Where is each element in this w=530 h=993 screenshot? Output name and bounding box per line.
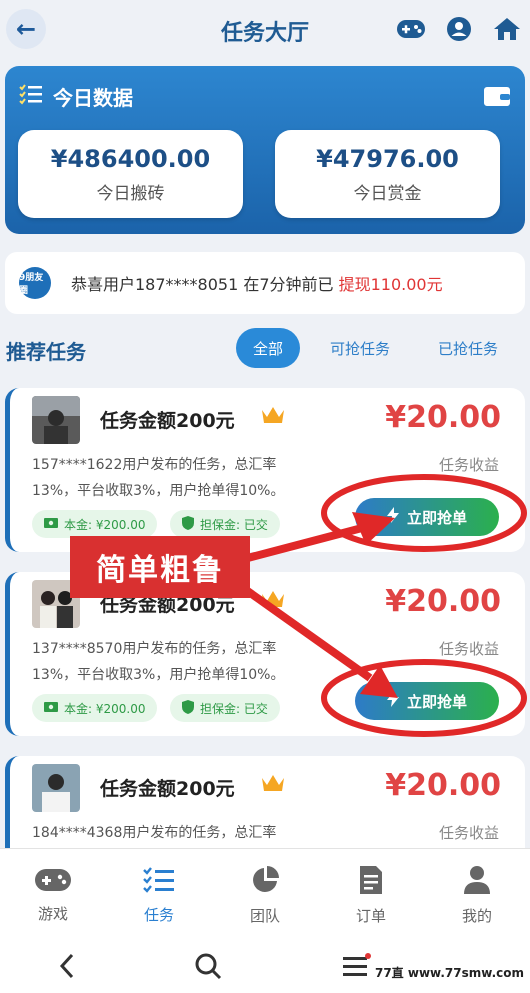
task-title: 任务金额200元 bbox=[100, 778, 235, 800]
notice-text: 恭喜用户187****8051 在7分钟前已 提现110.00元 bbox=[71, 271, 443, 295]
chip-label: 本金: ¥200.00 bbox=[64, 517, 146, 532]
chip-label: 担保金: 已交 bbox=[200, 701, 268, 716]
crown-icon bbox=[260, 588, 286, 614]
notice-bar: 9朋友圈 恭喜用户187****8051 在7分钟前已 提现110.00元 bbox=[5, 252, 525, 314]
stat-box-bounty: ¥47976.00 今日赏金 bbox=[275, 130, 500, 218]
grab-order-button[interactable]: 立即抢单 bbox=[355, 498, 499, 536]
avatar bbox=[32, 764, 80, 812]
lightning-icon bbox=[386, 507, 399, 527]
grab-order-button[interactable]: 立即抢单 bbox=[355, 682, 499, 720]
button-label: 立即抢单 bbox=[406, 692, 467, 711]
nav-label: 订单 bbox=[355, 907, 386, 925]
crown-icon bbox=[260, 404, 286, 430]
cash-icon bbox=[44, 517, 58, 531]
checklist-icon bbox=[19, 83, 43, 110]
stat-box-bricks: ¥486400.00 今日搬砖 bbox=[18, 130, 243, 218]
lightning-icon bbox=[386, 691, 399, 711]
nav-item-tasks[interactable]: 任务 bbox=[106, 849, 212, 942]
principal-badge: 本金: ¥200.00 bbox=[32, 510, 158, 538]
deposit-badge: 担保金: 已交 bbox=[170, 510, 280, 538]
home-icon[interactable] bbox=[492, 14, 522, 44]
stat-label: 今日搬砖 bbox=[96, 183, 165, 204]
shield-icon bbox=[182, 515, 194, 533]
watermark: 77直 www.77smw.com bbox=[374, 966, 524, 980]
reward-label: 任务收益 bbox=[438, 456, 499, 474]
menu-icon[interactable] bbox=[341, 952, 371, 983]
nav-item-mine[interactable]: 我的 bbox=[424, 849, 530, 942]
profile-icon[interactable] bbox=[444, 14, 474, 44]
chip-label: 本金: ¥200.00 bbox=[64, 701, 146, 716]
today-stats-card: 今日数据 ¥486400.00 今日搬砖 ¥47976.00 今日赏金 bbox=[5, 66, 525, 234]
task-description: 137****8570用户发布的任务，总汇率 13%，平台收取3%，用户抢单得1… bbox=[32, 636, 332, 688]
stats-heading: 今日数据 bbox=[53, 86, 133, 110]
task-description: 184****4368用户发布的任务，总汇率 bbox=[32, 820, 332, 846]
desc-line: 157****1622用户发布的任务，总汇率 bbox=[32, 457, 277, 473]
avatar bbox=[32, 396, 80, 444]
notice-highlight: 提现110.00元 bbox=[338, 275, 443, 294]
crown-icon bbox=[260, 772, 286, 798]
task-reward: ¥20.00 bbox=[385, 584, 501, 619]
task-description: 157****1622用户发布的任务，总汇率 13%，平台收取3%，用户抢单得1… bbox=[32, 452, 332, 504]
notice-logo-icon: 9朋友圈 bbox=[19, 267, 51, 299]
top-bar: ← 任务大厅 bbox=[0, 0, 530, 62]
stat-value: ¥47976.00 bbox=[316, 144, 459, 173]
button-label: 立即抢单 bbox=[406, 508, 467, 527]
shield-icon bbox=[182, 699, 194, 717]
nav-label: 我的 bbox=[461, 907, 492, 925]
deposit-badge: 担保金: 已交 bbox=[170, 694, 280, 722]
gamepad-icon bbox=[34, 867, 72, 897]
reward-label: 任务收益 bbox=[438, 824, 499, 842]
back-button[interactable]: ← bbox=[6, 9, 46, 49]
task-tabs: 全部 可抢任务 已抢任务 bbox=[236, 328, 498, 368]
cash-icon bbox=[44, 701, 58, 715]
section-title: 推荐任务 bbox=[6, 340, 86, 364]
pie-chart-icon bbox=[250, 865, 280, 899]
nav-label: 游戏 bbox=[37, 905, 68, 923]
principal-badge: 本金: ¥200.00 bbox=[32, 694, 158, 722]
tab-grabbed[interactable]: 已抢任务 bbox=[438, 328, 498, 368]
page-title: 任务大厅 bbox=[220, 21, 309, 46]
nav-item-orders[interactable]: 订单 bbox=[318, 849, 424, 942]
search-icon[interactable] bbox=[194, 952, 222, 984]
task-list-icon bbox=[143, 866, 175, 898]
nav-item-team[interactable]: 团队 bbox=[212, 849, 318, 942]
desc-line: 184****4368用户发布的任务，总汇率 bbox=[32, 825, 277, 841]
bottom-navigation: 游戏 任务 团队 订单 我的 bbox=[0, 848, 530, 942]
user-icon bbox=[463, 865, 491, 899]
arrow-left-icon: ← bbox=[15, 15, 37, 43]
annotation-label: 简单粗鲁 bbox=[70, 536, 250, 598]
tab-available[interactable]: 可抢任务 bbox=[330, 328, 390, 368]
task-card[interactable]: 任务金额200元 ¥20.00 任务收益 157****1622用户发布的任务，… bbox=[5, 388, 525, 552]
reward-label: 任务收益 bbox=[438, 640, 499, 658]
nav-item-games[interactable]: 游戏 bbox=[0, 849, 106, 942]
task-card[interactable]: 任务金额200元 ¥20.00 任务收益 184****4368用户发布的任务，… bbox=[5, 756, 525, 848]
desc-line: 13%，平台收取3%，用户抢单得10%。 bbox=[32, 667, 285, 683]
wallet-icon[interactable] bbox=[483, 84, 511, 112]
task-reward: ¥20.00 bbox=[385, 400, 501, 435]
order-icon bbox=[358, 865, 384, 899]
task-reward: ¥20.00 bbox=[385, 768, 501, 803]
chevron-left-icon[interactable] bbox=[59, 953, 75, 983]
desc-line: 13%，平台收取3%，用户抢单得10%。 bbox=[32, 483, 285, 499]
task-title: 任务金额200元 bbox=[100, 410, 235, 432]
gamepad-icon[interactable] bbox=[396, 14, 426, 44]
notice-message: 恭喜用户187****8051 在7分钟前已 bbox=[71, 275, 334, 294]
chip-label: 担保金: 已交 bbox=[200, 517, 268, 532]
desc-line: 137****8570用户发布的任务，总汇率 bbox=[32, 641, 277, 657]
nav-label: 团队 bbox=[249, 907, 280, 925]
stat-label: 今日赏金 bbox=[353, 183, 422, 204]
tab-all[interactable]: 全部 bbox=[236, 328, 300, 368]
nav-label: 任务 bbox=[143, 906, 174, 924]
stat-value: ¥486400.00 bbox=[50, 144, 211, 173]
